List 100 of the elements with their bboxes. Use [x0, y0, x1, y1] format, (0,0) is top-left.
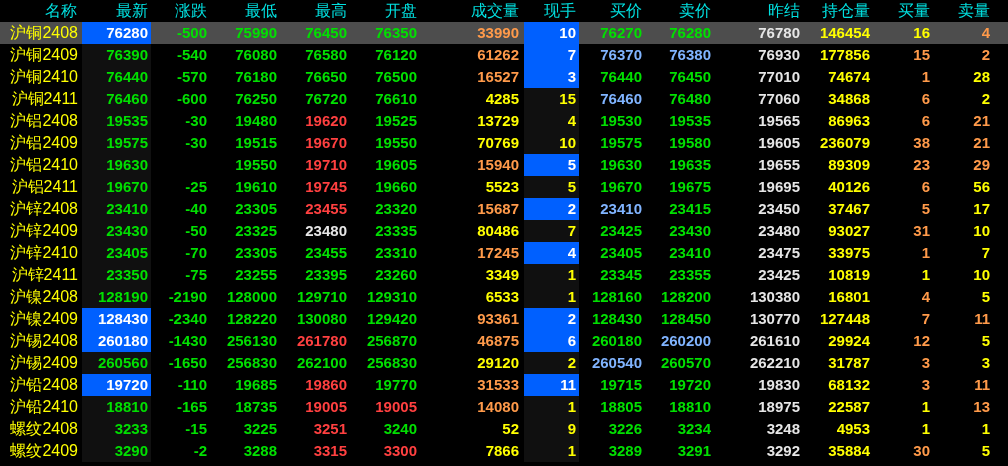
table-cell: 19575: [600, 134, 642, 152]
table-cell: 19535: [106, 112, 148, 130]
table-cell: 3290: [114, 442, 148, 460]
table-cell: 75990: [235, 24, 277, 42]
table-cell: 260180: [97, 332, 148, 350]
contract-name: 沪铜2409: [10, 45, 78, 65]
table-cell: 3300: [383, 442, 417, 460]
table-cell: 3292: [766, 442, 800, 460]
table-cell: 19860: [305, 376, 347, 394]
table-cell: 5: [981, 332, 990, 350]
table-cell: 76390: [106, 46, 148, 64]
table-cell: -1430: [168, 332, 207, 350]
table-cell: 19480: [235, 112, 277, 130]
table-cell: 19515: [235, 134, 277, 152]
table-cell: 128430: [591, 310, 642, 328]
table-cell: 31533: [477, 376, 519, 394]
table-cell: 23305: [235, 200, 277, 218]
table-cell: 76280: [669, 24, 711, 42]
table-cell: 19605: [375, 156, 417, 174]
table-cell: 16: [913, 24, 930, 42]
column-header[interactable]: 卖量: [958, 1, 990, 21]
table-cell: 76440: [600, 68, 642, 86]
table-cell: 3289: [608, 442, 642, 460]
column-header[interactable]: 最高: [315, 1, 347, 21]
table-cell: 19720: [669, 376, 711, 394]
table-cell: 23450: [758, 200, 800, 218]
table-cell: 11: [560, 376, 576, 394]
table-cell: 22587: [828, 398, 870, 416]
table-cell: 23410: [106, 200, 148, 218]
table-cell: 2: [567, 310, 576, 328]
column-header[interactable]: 成交量: [471, 1, 519, 21]
column-header[interactable]: 涨跌: [175, 1, 207, 21]
table-cell: 1: [921, 398, 930, 416]
table-cell: 76500: [375, 68, 417, 86]
column-header[interactable]: 持仓量: [822, 1, 870, 21]
table-cell: 23415: [669, 200, 711, 218]
table-cell: 23410: [600, 200, 642, 218]
table-cell: 76610: [375, 90, 417, 108]
table-cell: 15: [913, 46, 930, 64]
table-row[interactable]: 沪铜2408 76280 -500 75990 76450 76350 33990 10 76270 76280 76780 146454 16 4: [0, 22, 1008, 44]
table-cell: 19695: [758, 178, 800, 196]
table-cell: 3248: [766, 420, 800, 438]
table-cell: 4: [567, 112, 576, 130]
table-cell: 77010: [758, 68, 800, 86]
table-cell: 17: [973, 200, 990, 218]
table-cell: 19605: [758, 134, 800, 152]
table-cell: 19830: [758, 376, 800, 394]
column-header[interactable]: 卖价: [679, 1, 711, 21]
table-cell: -50: [185, 222, 207, 240]
table-cell: 1: [567, 266, 576, 284]
contract-name: 沪铅2408: [10, 375, 78, 395]
contract-name: 沪镍2409: [10, 309, 78, 329]
table-cell: 19655: [758, 156, 800, 174]
table-cell: 5: [567, 156, 576, 174]
table-cell: 18810: [669, 398, 711, 416]
table-cell: 5: [567, 178, 576, 196]
table-cell: 19710: [305, 156, 347, 174]
table-cell: 19715: [600, 376, 642, 394]
table-cell: 3251: [313, 420, 347, 438]
table-cell: 256830: [226, 354, 277, 372]
table-cell: 40126: [828, 178, 870, 196]
table-cell: 6: [921, 112, 930, 130]
table-cell: 4285: [485, 90, 519, 108]
contract-name: 螺纹2408: [10, 419, 78, 439]
table-cell: 4: [567, 244, 576, 262]
table-cell: 31: [913, 222, 930, 240]
column-header[interactable]: 名称: [45, 1, 77, 21]
table-cell: 1: [921, 420, 930, 438]
table-cell: -25: [185, 178, 207, 196]
table-cell: 19550: [375, 134, 417, 152]
table-cell: 23325: [235, 222, 277, 240]
column-header[interactable]: 最低: [245, 1, 277, 21]
column-header[interactable]: 最新: [116, 1, 148, 21]
table-cell: 3226: [608, 420, 642, 438]
table-cell: 11: [974, 310, 990, 328]
table-cell: 76450: [305, 24, 347, 42]
table-cell: -30: [185, 112, 207, 130]
table-cell: 21: [973, 112, 990, 130]
table-cell: 76270: [600, 24, 642, 42]
table-cell: 1: [981, 420, 990, 438]
table-cell: 19620: [305, 112, 347, 130]
table-cell: 76780: [758, 24, 800, 42]
table-cell: 19630: [106, 156, 148, 174]
column-header[interactable]: 现手: [544, 1, 576, 21]
table-cell: -40: [185, 200, 207, 218]
column-header[interactable]: 买量: [898, 1, 930, 21]
table-cell: 34868: [828, 90, 870, 108]
column-header[interactable]: 开盘: [385, 1, 417, 21]
column-header[interactable]: 昨结: [768, 1, 800, 21]
contract-name: 沪铝2410: [10, 155, 78, 175]
table-cell: 16801: [828, 288, 870, 306]
table-cell: 18805: [600, 398, 642, 416]
table-cell: 23305: [235, 244, 277, 262]
column-header[interactable]: 买价: [610, 1, 642, 21]
table-cell: 19580: [669, 134, 711, 152]
table-cell: -110: [177, 376, 207, 394]
table-cell: 76120: [375, 46, 417, 64]
contract-name: 沪铅2410: [10, 397, 78, 417]
table-cell: 2: [567, 200, 576, 218]
table-cell: 31787: [828, 354, 870, 372]
